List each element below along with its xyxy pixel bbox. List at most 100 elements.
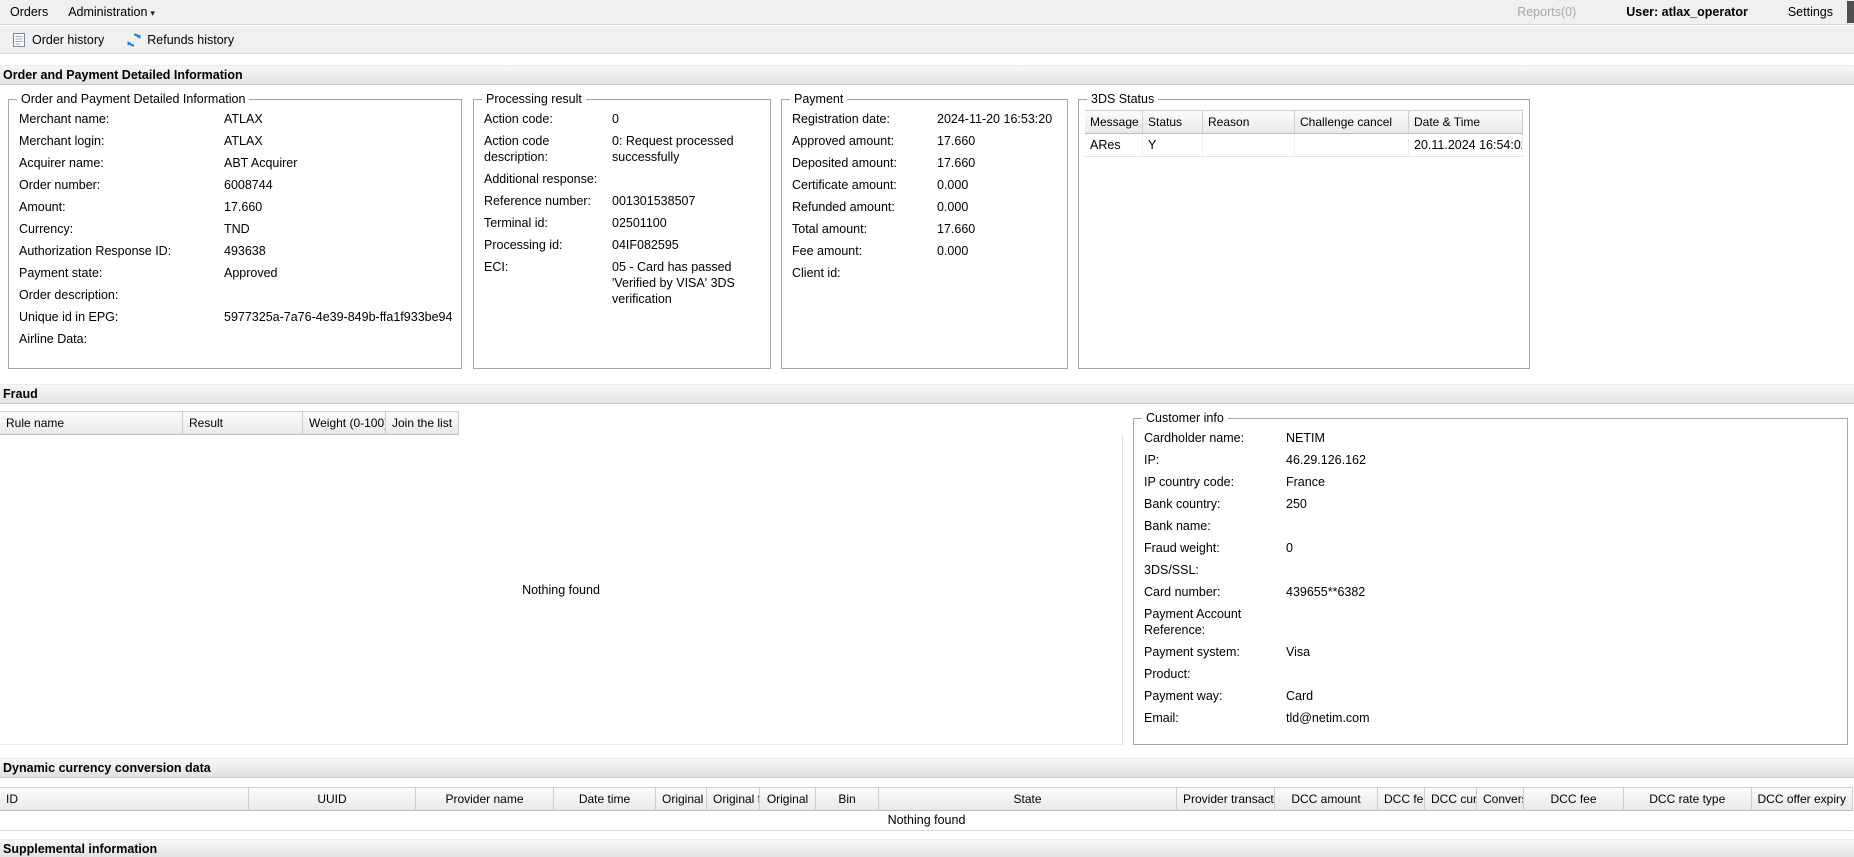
field-label: Reference number:: [484, 194, 592, 208]
field-row: Client id:: [788, 262, 1061, 284]
field-row: Registration date: 2024-11-20 16:53:20: [788, 108, 1061, 130]
field-label: Currency:: [19, 222, 74, 236]
column-header: Provider name: [416, 787, 554, 811]
field-value: TND: [224, 222, 250, 236]
cell-challenge-cancel: [1295, 134, 1409, 157]
field-value: France: [1286, 475, 1325, 489]
column-header: Provider transaction id: [1177, 787, 1275, 811]
field-row: Bank country: 250: [1140, 493, 1841, 515]
field-value: 439655**6382: [1286, 585, 1366, 599]
field-row: Email: tld@netim.com: [1140, 707, 1841, 729]
menu-overflow-icon[interactable]: [1847, 1, 1854, 23]
three-ds-table: Message typeStatusReasonChallenge cancel…: [1085, 110, 1523, 157]
field-row: Terminal id: 02501100: [480, 212, 764, 234]
column-header: DCC offer expiry: [1751, 787, 1853, 811]
field-label: Action code description:: [484, 134, 550, 164]
field-label: Acquirer name:: [19, 156, 104, 170]
field-row: Merchant login: ATLAX: [15, 130, 455, 152]
menu-settings[interactable]: Settings: [1778, 1, 1843, 23]
order-details-fields: Merchant name: ATLAX Merchant login: ATL…: [15, 108, 455, 350]
payment-fields: Registration date: 2024-11-20 16:53:20 A…: [788, 108, 1061, 284]
field-row: Unique id in EPG: 5977325a-7a76-4e39-849…: [15, 306, 455, 328]
column-header: Message type: [1085, 110, 1143, 134]
processing-result-fields: Action code: 0 Action code description: …: [480, 108, 764, 310]
refunds-history-label: Refunds history: [147, 32, 235, 47]
three-ds-status-legend: 3DS Status: [1091, 92, 1155, 106]
field-label: Action code:: [484, 112, 553, 126]
field-row: Amount: 17.660: [15, 196, 455, 218]
column-header: State: [879, 787, 1177, 811]
field-value: Card: [1286, 689, 1314, 703]
field-row: Deposited amount: 17.660: [788, 152, 1061, 174]
customer-info-legend: Customer info: [1146, 411, 1224, 425]
toolbar: Order history Refunds history: [0, 26, 1854, 54]
menu-administration-label: Administration: [68, 5, 148, 19]
dcc-empty-state-text: Nothing found: [887, 812, 966, 827]
field-row: Reference number: 001301538507: [480, 190, 764, 212]
cell-status: Y: [1143, 134, 1203, 157]
field-value: 0: Request processed successfully: [612, 134, 734, 164]
field-row: Action code description: 0: Request proc…: [480, 130, 764, 168]
order-history-button[interactable]: Order history: [4, 29, 111, 51]
section-header-fraud: Fraud: [0, 384, 1854, 404]
field-label: Payment way:: [1144, 689, 1223, 703]
field-label: Email:: [1144, 711, 1179, 725]
field-row: Payment Account Reference:: [1140, 603, 1841, 641]
document-list-icon: [11, 32, 27, 48]
field-label: Fraud weight:: [1144, 541, 1220, 555]
menu-bar-right: Reports(0) User: atlax_operator Settings: [1507, 1, 1854, 23]
field-row: Payment way: Card: [1140, 685, 1841, 707]
field-label: Certificate amount:: [792, 178, 897, 192]
field-row: Authorization Response ID: 493638: [15, 240, 455, 262]
field-label: Registration date:: [792, 112, 890, 126]
field-value: 0.000: [937, 244, 969, 258]
dcc-table-header: IDUUIDProvider nameDate timeOriginal amo…: [0, 787, 1853, 811]
refunds-history-button[interactable]: Refunds history: [119, 29, 241, 51]
column-header: DCC fee amount: [1378, 787, 1425, 811]
field-label: IP:: [1144, 453, 1160, 467]
field-value: ATLAX: [224, 112, 263, 126]
field-label: Amount:: [19, 200, 66, 214]
field-label: Payment system:: [1144, 645, 1240, 659]
field-row: Fraud weight: 0: [1140, 537, 1841, 559]
field-row: Payment state: Approved: [15, 262, 455, 284]
field-row: Approved amount: 17.660: [788, 130, 1061, 152]
menu-orders[interactable]: Orders: [0, 1, 58, 23]
dcc-table-body: Nothing found: [0, 809, 1853, 831]
field-value: NETIM: [1286, 431, 1325, 445]
field-label: Merchant login:: [19, 134, 105, 148]
field-row: IP: 46.29.126.162: [1140, 449, 1841, 471]
field-row: Card number: 439655**6382: [1140, 581, 1841, 603]
three-ds-status-fieldset: 3DS Status Message typeStatusReasonChall…: [1078, 92, 1530, 369]
field-label: Deposited amount:: [792, 156, 897, 170]
field-label: Unique id in EPG:: [19, 310, 119, 324]
field-value: 0: [612, 112, 619, 126]
column-header: Join the list: [386, 411, 460, 435]
field-row: IP country code: France: [1140, 471, 1841, 493]
field-value: ATLAX: [224, 134, 263, 148]
field-value: 04IF082595: [612, 238, 679, 252]
column-header: DCC fee: [1524, 787, 1624, 811]
field-value: 493638: [224, 244, 266, 258]
column-header: Result: [183, 411, 303, 435]
field-row: Product:: [1140, 663, 1841, 685]
field-value: 46.29.126.162: [1286, 453, 1366, 467]
field-label: Refunded amount:: [792, 200, 895, 214]
field-row: Refunded amount: 0.000: [788, 196, 1061, 218]
menu-administration[interactable]: Administration ▾: [58, 1, 165, 23]
field-row: Total amount: 17.660: [788, 218, 1061, 240]
order-detail-page: Orders Administration ▾ Reports(0) User: …: [0, 0, 1854, 857]
column-header: Reason: [1203, 110, 1295, 134]
field-value: 250: [1286, 497, 1307, 511]
column-header: Original amount: [656, 787, 707, 811]
field-value: Approved: [224, 266, 278, 280]
field-row: Bank name:: [1140, 515, 1841, 537]
fraud-table-header: Rule name Result Weight (0-100) Join the li…: [0, 411, 1123, 435]
menu-reports[interactable]: Reports(0): [1507, 1, 1586, 23]
section-header-order-payment: Order and Payment Detailed Information: [0, 65, 1854, 85]
field-row: Additional response:: [480, 168, 764, 190]
field-label: Authorization Response ID:: [19, 244, 172, 258]
column-header: Weight (0-100): [303, 411, 386, 435]
column-header: Rule name: [0, 411, 183, 435]
cell-date-time: 20.11.2024 16:54:02: [1409, 134, 1523, 157]
